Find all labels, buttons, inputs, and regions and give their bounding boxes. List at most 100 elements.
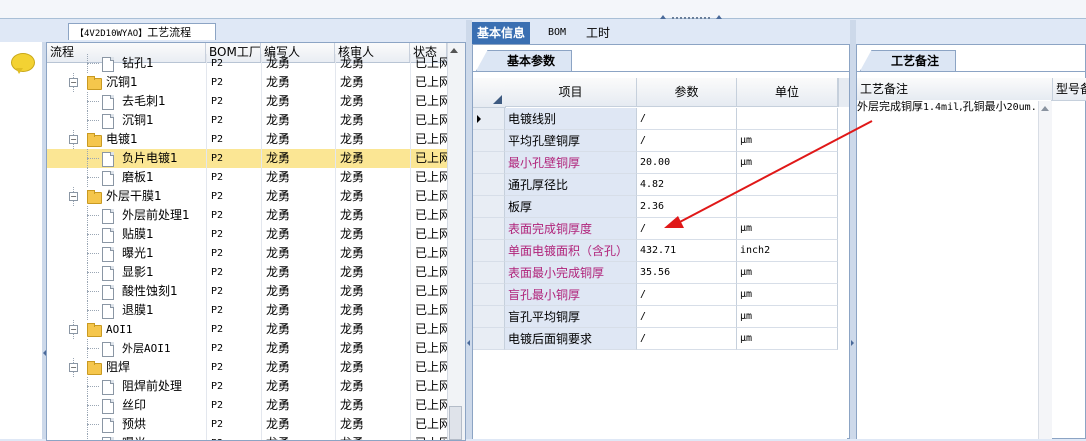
tab-process-flow[interactable]: 【4V2D10WYAO】工艺流程 (68, 23, 216, 40)
param-row[interactable]: 盲孔平均铜厚 / μm (473, 306, 847, 328)
collapse-right-icon[interactable] (851, 340, 854, 346)
param-cell-unit[interactable] (737, 196, 838, 218)
grid-corner-selector[interactable] (473, 78, 506, 108)
param-cell-value[interactable]: 35.56 (637, 262, 737, 284)
param-row[interactable]: 通孔厚径比 4.82 (473, 174, 847, 196)
row-indicator[interactable] (473, 196, 505, 218)
tree-row[interactable]: 丝印P2龙勇龙勇已上网 (47, 396, 447, 415)
tree-group-row[interactable]: −沉铜1P2龙勇龙勇已上网 (47, 73, 447, 92)
collapse-up-icon[interactable] (660, 15, 666, 19)
row-indicator[interactable] (473, 328, 505, 350)
params-grid[interactable]: 项目 参数 单位 电镀线别 / 平均孔壁铜厚 / μm 最小孔壁铜厚 20.00 μm 通孔厚径… (473, 78, 847, 439)
tree-row[interactable]: 钻孔1P2龙勇龙勇已上网 (47, 54, 447, 73)
column-header-unit[interactable]: 单位 (737, 78, 838, 107)
param-cell-unit[interactable]: μm (737, 262, 838, 284)
column-header-item[interactable]: 项目 (505, 78, 637, 107)
param-cell-unit[interactable]: μm (737, 130, 838, 152)
param-cell-value[interactable]: / (637, 284, 737, 306)
tree-row[interactable]: 酸性蚀刻1P2龙勇龙勇已上网 (47, 282, 447, 301)
top-splitter-grip[interactable] (672, 17, 712, 19)
tree-row[interactable]: 曝光1P2龙勇龙勇已上网 (47, 244, 447, 263)
row-indicator[interactable] (473, 218, 505, 240)
param-cell-value[interactable]: / (637, 108, 737, 130)
tree-row[interactable]: 显影1P2龙勇龙勇已上网 (47, 263, 447, 282)
param-cell-unit[interactable] (737, 174, 838, 196)
param-row[interactable]: 最小孔壁铜厚 20.00 μm (473, 152, 847, 174)
tab-bom[interactable]: BOM (548, 22, 566, 44)
tree-row[interactable]: 外层AOI1P2龙勇龙勇已上网 (47, 339, 447, 358)
collapse-node-icon[interactable]: − (69, 135, 78, 144)
param-cell-value[interactable]: / (637, 328, 737, 350)
column-header-process-note[interactable]: 工艺备注 (857, 78, 1053, 100)
param-cell-unit[interactable]: μm (737, 152, 838, 174)
collapse-node-icon[interactable]: − (69, 363, 78, 372)
chat-bubble-icon[interactable] (11, 53, 35, 74)
row-indicator[interactable] (473, 174, 505, 196)
tree-group-row[interactable]: −AOI1P2龙勇龙勇已上网 (47, 320, 447, 339)
process-tree-grid[interactable]: 流程 BOM工厂 编写人 核审人 状态 钻孔1P2龙勇龙勇已上网−沉铜1P2龙勇… (46, 42, 466, 441)
param-row[interactable]: 盲孔最小铜厚 / μm (473, 284, 847, 306)
tree-group-row[interactable]: −阻焊P2龙勇龙勇已上网 (47, 358, 447, 377)
note-scrollbar[interactable] (1038, 101, 1052, 439)
row-indicator[interactable] (473, 306, 505, 328)
tree-row[interactable]: 外层前处理1P2龙勇龙勇已上网 (47, 206, 447, 225)
cell-writer: 龙勇 (261, 358, 335, 377)
tab-basic-params[interactable]: 基本参数 (476, 50, 572, 71)
param-cell-unit[interactable]: μm (737, 218, 838, 240)
row-indicator[interactable] (473, 240, 505, 262)
row-indicator[interactable] (473, 130, 505, 152)
params-grid-scrollbar[interactable] (838, 78, 849, 107)
tree-row[interactable]: 曝光P2龙勇龙勇已上网 (47, 434, 447, 440)
tree-group-row[interactable]: −电镀1P2龙勇龙勇已上网 (47, 130, 447, 149)
row-indicator[interactable] (473, 262, 505, 284)
row-indicator[interactable] (473, 152, 505, 174)
tree-row[interactable]: 沉铜1P2龙勇龙勇已上网 (47, 111, 447, 130)
tab-work-hours[interactable]: 工时 (586, 22, 610, 44)
current-row-indicator[interactable] (473, 108, 505, 130)
param-cell-value[interactable]: / (637, 130, 737, 152)
param-cell-value[interactable]: 20.00 (637, 152, 737, 174)
collapse-up-icon[interactable] (716, 15, 722, 19)
param-cell-unit[interactable] (737, 108, 838, 130)
scroll-up-arrow-icon[interactable] (450, 48, 458, 53)
process-note-text[interactable]: 外层完成铜厚1.4mil,孔铜最小20um. (857, 101, 1037, 114)
tree-row[interactable]: 去毛刺1P2龙勇龙勇已上网 (47, 92, 447, 111)
tree-row[interactable]: 负片电镀1P2龙勇龙勇已上网 (47, 149, 447, 168)
tree-group-row[interactable]: −外层干膜1P2龙勇龙勇已上网 (47, 187, 447, 206)
tree-scroll-thumb[interactable] (449, 406, 462, 440)
tree-row[interactable]: 磨板1P2龙勇龙勇已上网 (47, 168, 447, 187)
param-cell-value[interactable]: / (637, 306, 737, 328)
tab-basic-info[interactable]: 基本信息 (472, 22, 531, 44)
param-row[interactable]: 板厚 2.36 (473, 196, 847, 218)
row-indicator[interactable] (473, 284, 505, 306)
collapse-node-icon[interactable]: − (69, 192, 78, 201)
param-cell-value[interactable]: 4.82 (637, 174, 737, 196)
column-header-model-note[interactable]: 型号备 (1053, 78, 1086, 100)
param-row[interactable]: 表面完成铜厚度 / μm (473, 218, 847, 240)
tree-row[interactable]: 退膜1P2龙勇龙勇已上网 (47, 301, 447, 320)
tree-vertical-scrollbar[interactable] (447, 43, 465, 440)
collapse-node-icon[interactable]: − (69, 78, 78, 87)
param-row[interactable]: 单面电镀面积（含孔） 432.71 inch2 (473, 240, 847, 262)
param-row[interactable]: 电镀后面铜要求 / μm (473, 328, 847, 350)
param-row[interactable]: 表面最小完成铜厚 35.56 μm (473, 262, 847, 284)
param-cell-unit[interactable]: inch2 (737, 240, 838, 262)
param-row[interactable]: 电镀线别 / (473, 108, 847, 130)
column-header-value[interactable]: 参数 (637, 78, 737, 107)
param-cell-unit[interactable]: μm (737, 306, 838, 328)
note-middle: ,孔铜最小 (959, 100, 1007, 113)
param-cell-value[interactable]: 432.71 (637, 240, 737, 262)
param-cell-unit[interactable]: μm (737, 284, 838, 306)
param-cell-value[interactable]: / (637, 218, 737, 240)
tree-row[interactable]: 贴膜1P2龙勇龙勇已上网 (47, 225, 447, 244)
param-cell-unit[interactable]: μm (737, 328, 838, 350)
param-row[interactable]: 平均孔壁铜厚 / μm (473, 130, 847, 152)
collapse-left-icon[interactable] (467, 340, 470, 346)
tree-row[interactable]: 阻焊前处理P2龙勇龙勇已上网 (47, 377, 447, 396)
process-note-cell[interactable] (857, 100, 1052, 439)
param-cell-value[interactable]: 2.36 (637, 196, 737, 218)
scroll-up-arrow-icon[interactable] (1041, 106, 1049, 111)
tree-row[interactable]: 预烘P2龙勇龙勇已上网 (47, 415, 447, 434)
tab-process-notes[interactable]: 工艺备注 (860, 50, 956, 71)
collapse-node-icon[interactable]: − (69, 325, 78, 334)
